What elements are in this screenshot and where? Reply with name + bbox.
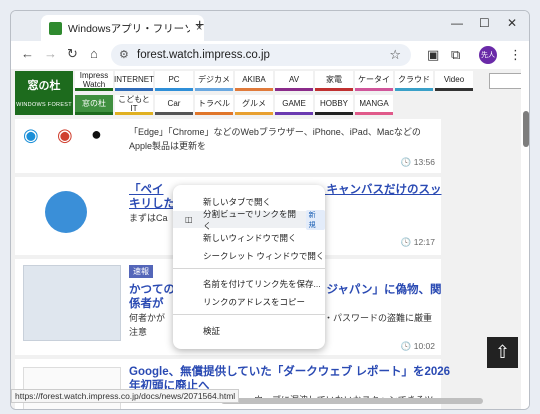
split-view-icon: ◫ xyxy=(185,215,193,224)
search-input[interactable] xyxy=(489,73,523,89)
menu-open-incognito[interactable]: シークレット ウィンドウで開く xyxy=(173,247,325,264)
nav-madonomori[interactable]: 窓の杜 xyxy=(75,95,113,115)
nav-kodomo-it[interactable]: こどもとIT xyxy=(115,95,153,115)
article-time: 🕓 12:17 xyxy=(400,237,435,247)
nav-car[interactable]: Car xyxy=(155,95,193,115)
article-thumbnail xyxy=(23,265,121,341)
apple-logo-icon: ● xyxy=(91,124,102,144)
horizontal-scrollbar[interactable] xyxy=(221,398,483,404)
nav-manga[interactable]: MANGA xyxy=(355,95,393,115)
reading-mode-icon[interactable]: ▣ xyxy=(427,47,439,63)
close-window-button[interactable]: ✕ xyxy=(507,16,517,30)
menu-open-split-view[interactable]: ◫ 分割ビューでリンクを開く 新規 xyxy=(173,209,325,231)
menu-divider xyxy=(173,314,325,315)
new-tab-button[interactable]: + xyxy=(195,17,204,35)
site-logo[interactable]: 窓の杜 WINDOWS FOREST xyxy=(15,71,73,115)
article-time: 🕓 10:02 xyxy=(400,341,435,351)
article-body-left: 何者かが xyxy=(129,313,166,323)
profile-avatar[interactable]: 先人 xyxy=(479,46,497,64)
arrow-up-icon: ⇧ xyxy=(494,342,511,362)
browser-toolbar: ← → ↻ ⌂ ⚙ forest.watch.impress.co.jp ☆ ▣… xyxy=(11,41,529,69)
site-favicon-icon xyxy=(49,21,62,35)
vertical-scrollbar[interactable] xyxy=(521,69,529,409)
nav-travel[interactable]: トラベル xyxy=(195,95,233,115)
home-button[interactable]: ⌂ xyxy=(90,46,98,61)
nav-pc[interactable]: PC xyxy=(155,71,193,91)
nav-kaden[interactable]: 家電 xyxy=(315,71,353,91)
nav-gourmet[interactable]: グルメ xyxy=(235,95,273,115)
minimize-button[interactable]: — xyxy=(451,16,463,30)
nav-impress-watch[interactable]: Impress Watch xyxy=(75,71,113,91)
address-bar[interactable]: ⚙ forest.watch.impress.co.jp ☆ xyxy=(111,44,411,66)
nav-cloud[interactable]: クラウド xyxy=(395,71,433,91)
logo-text: 窓の杜 xyxy=(27,80,61,92)
article-tag: 速報 xyxy=(129,265,153,278)
nav-av[interactable]: AV xyxy=(275,71,313,91)
article-title-line2[interactable]: 係者が xyxy=(129,295,164,311)
menu-copy-link-address[interactable]: リンクのアドレスをコピー xyxy=(173,293,325,310)
forward-button[interactable]: → xyxy=(44,46,57,61)
nav-game[interactable]: GAME xyxy=(275,95,313,115)
site-info-icon[interactable]: ⚙ xyxy=(119,48,129,61)
menu-divider xyxy=(173,268,325,269)
title-bar: Windowsアプリ・フリーソフトのおすすめ情報 - 窓の杜 × + — ☐ ✕ xyxy=(11,11,529,41)
status-bar-url: https://forest.watch.impress.co.jp/docs/… xyxy=(11,389,240,403)
nav-internet[interactable]: INTERNET xyxy=(114,71,154,91)
back-button[interactable]: ← xyxy=(21,46,34,61)
bookmark-star-icon[interactable]: ☆ xyxy=(389,47,401,63)
article-body: 「Edge」「Chrome」などのWebブラウザー、iPhone、iPad、Ma… xyxy=(129,127,421,151)
article-title-right[interactable]: ・ジャパン」に偽物、関 xyxy=(315,281,442,297)
article-title-line2[interactable]: キリした xyxy=(129,195,175,211)
article-body-line2: 注意 xyxy=(129,327,148,337)
tab-title: Windowsアプリ・フリーソフトのおすすめ情報 - 窓の杜 xyxy=(68,22,190,35)
nav-keitai[interactable]: ケータイ xyxy=(355,71,393,91)
nav-digicam[interactable]: デジカメ xyxy=(195,71,233,91)
nav-akiba[interactable]: AKIBA xyxy=(235,71,273,91)
menu-save-link-as[interactable]: 名前を付けてリンク先を保存... xyxy=(173,275,325,292)
edge-logo-icon: ◉ xyxy=(23,125,39,145)
extensions-icon[interactable]: ⧉ xyxy=(451,47,460,63)
menu-inspect[interactable]: 検証 xyxy=(173,322,325,339)
nav-hobby[interactable]: HOBBY xyxy=(315,95,353,115)
maximize-button[interactable]: ☐ xyxy=(479,16,490,30)
menu-open-new-window[interactable]: 新しいウィンドウで開く xyxy=(173,229,325,246)
article-body-right: ID・パスワードの盗難に厳重 xyxy=(315,313,433,323)
article-title-right[interactable]: 、キャンバスだけのスッ xyxy=(315,181,442,197)
new-badge: 新規 xyxy=(305,209,325,230)
browser-window: Windowsアプリ・フリーソフトのおすすめ情報 - 窓の杜 × + — ☐ ✕… xyxy=(10,10,530,410)
article-body: まずはCa xyxy=(129,213,168,223)
article-time: 🕓 13:56 xyxy=(400,157,435,167)
chrome-logo-icon: ◉ xyxy=(57,125,73,145)
logo-subtext: WINDOWS FOREST xyxy=(16,102,72,108)
url-text: forest.watch.impress.co.jp xyxy=(137,49,270,61)
back-to-top-button[interactable]: ⇧ xyxy=(487,337,518,368)
scrollbar-thumb[interactable] xyxy=(523,111,529,147)
nav-video[interactable]: Video xyxy=(435,71,473,91)
article-card[interactable]: ◉ ◉ ● 「Edge」「Chrome」などのWebブラウザー、iPhone、i… xyxy=(15,119,441,173)
browser-tab[interactable]: Windowsアプリ・フリーソフトのおすすめ情報 - 窓の杜 × xyxy=(41,15,204,41)
context-menu: 新しいタブで開く ◫ 分割ビューでリンクを開く 新規 新しいウィンドウで開く シ… xyxy=(173,185,325,349)
paint-app-icon xyxy=(45,191,87,233)
reload-button[interactable]: ↻ xyxy=(67,46,78,62)
menu-kebab-icon[interactable]: ⋮ xyxy=(509,47,522,63)
